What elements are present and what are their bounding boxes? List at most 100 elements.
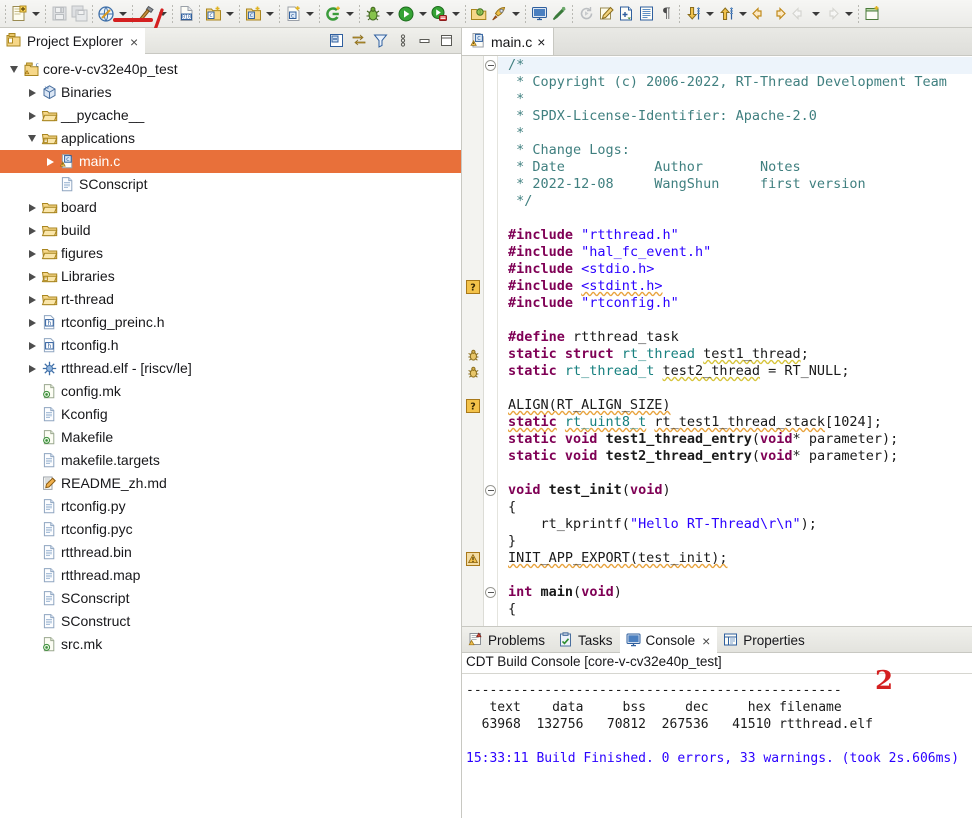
save-icon[interactable]	[49, 3, 69, 25]
tree-item-makefile-targets[interactable]: makefile.targets	[0, 449, 461, 472]
debug-dropdown-arrow[interactable]	[383, 3, 396, 25]
next-annotation-dropdown-arrow[interactable]	[703, 3, 716, 25]
chevron-down-icon[interactable]	[6, 58, 22, 81]
tree-item-applications[interactable]: applications	[0, 127, 461, 150]
toolbar-debug-group[interactable]	[363, 2, 396, 26]
chevron-right-icon[interactable]	[24, 196, 40, 219]
tree-item-config-mk[interactable]: config.mk	[0, 380, 461, 403]
refresh-icon[interactable]	[576, 3, 596, 25]
tree-item-kconfig[interactable]: Kconfig	[0, 403, 461, 426]
tree-item-makefile[interactable]: Makefile	[0, 426, 461, 449]
toolbar-previous-edit-group[interactable]	[789, 2, 822, 26]
rocket-icon[interactable]	[489, 3, 509, 25]
maximize-icon[interactable]	[438, 32, 455, 49]
toolbar-new-group[interactable]	[9, 2, 42, 26]
toolbar-previous-annotation-group[interactable]	[716, 2, 749, 26]
new-c-class-icon[interactable]: c	[243, 3, 263, 25]
toolbar-rocket-group[interactable]	[489, 2, 522, 26]
git-icon[interactable]	[323, 3, 343, 25]
tree-item-figures[interactable]: figures	[0, 242, 461, 265]
chevron-right-icon[interactable]	[24, 311, 40, 334]
fold-collapse-icon[interactable]	[485, 587, 496, 598]
tree-item-board[interactable]: board	[0, 196, 461, 219]
tree-item-libraries[interactable]: Libraries	[0, 265, 461, 288]
tree-item-rtconfig-py[interactable]: rtconfig.py	[0, 495, 461, 518]
console-output[interactable]: ----------------------------------------…	[462, 673, 972, 818]
new-c-class-dropdown-arrow[interactable]	[263, 3, 276, 25]
binary-010-icon[interactable]: 010	[176, 3, 196, 25]
tree-item--pycache-[interactable]: __pycache__	[0, 104, 461, 127]
tree-item-core-v-cv32e40p-test[interactable]: ccore-v-cv32e40p_test	[0, 58, 461, 81]
edit-note-icon[interactable]	[596, 3, 616, 25]
terminal-icon[interactable]	[529, 3, 549, 25]
close-icon[interactable]: ×	[128, 35, 138, 49]
new-c-project-icon[interactable]: c	[203, 3, 223, 25]
tree-item-main-c[interactable]: cmain.c	[0, 150, 461, 173]
previous-annotation-dropdown-arrow[interactable]	[736, 3, 749, 25]
chevron-right-icon[interactable]	[24, 334, 40, 357]
collapse-all-icon[interactable]	[328, 32, 345, 49]
fold-collapse-icon[interactable]	[485, 485, 496, 496]
tree-item-rtthread-bin[interactable]: rtthread.bin	[0, 541, 461, 564]
new-c-source-icon[interactable]: c	[283, 3, 303, 25]
previous-edit-icon[interactable]	[789, 3, 809, 25]
debug-icon[interactable]	[363, 3, 383, 25]
toolbar-run-group[interactable]	[396, 2, 429, 26]
editor-gutter[interactable]: ??	[462, 56, 484, 626]
filter-icon[interactable]	[372, 32, 389, 49]
list-icon[interactable]	[636, 3, 656, 25]
chevron-right-icon[interactable]	[24, 265, 40, 288]
chevron-right-icon[interactable]	[24, 219, 40, 242]
new-wizard-icon[interactable]	[9, 3, 29, 25]
tab-project-explorer[interactable]: Project Explorer ×	[0, 28, 145, 53]
tree-item-readme-zh-md[interactable]: README_zh.md	[0, 472, 461, 495]
chevron-right-icon[interactable]	[24, 357, 40, 380]
new-c-project-dropdown-arrow[interactable]	[223, 3, 236, 25]
toolbar-new-c-source-group[interactable]: c	[283, 2, 316, 26]
code-editor[interactable]: ?? /* * Copyright (c) 2006-2022, RT-Thre…	[462, 56, 972, 626]
git-dropdown-arrow[interactable]	[343, 3, 356, 25]
tree-item-rtthread-map[interactable]: rtthread.map	[0, 564, 461, 587]
toolbar-git-group[interactable]	[323, 2, 356, 26]
next-edit-dropdown-arrow[interactable]	[842, 3, 855, 25]
previous-edit-dropdown-arrow[interactable]	[809, 3, 822, 25]
open-resource-icon[interactable]	[469, 3, 489, 25]
toolbar-external-tools-group[interactable]	[429, 2, 462, 26]
chevron-down-icon[interactable]	[24, 127, 40, 150]
fold-collapse-icon[interactable]	[485, 60, 496, 71]
tree-item-rt-thread[interactable]: rt-thread	[0, 288, 461, 311]
tab-tasks[interactable]: Tasks	[552, 627, 620, 652]
tree-item-sconscript[interactable]: SConscript	[0, 173, 461, 196]
tab-properties[interactable]: Properties	[717, 627, 812, 652]
back-history-icon[interactable]	[749, 3, 769, 25]
new-c-source-dropdown-arrow[interactable]	[303, 3, 316, 25]
chevron-right-icon[interactable]	[24, 104, 40, 127]
tab-problems[interactable]: Problems	[462, 627, 552, 652]
tab-console[interactable]: Console×	[620, 627, 718, 652]
new-dropdown-arrow[interactable]	[29, 3, 42, 25]
pin-icon[interactable]	[549, 3, 569, 25]
external-tools-dropdown-arrow[interactable]	[449, 3, 462, 25]
export-icon[interactable]	[616, 3, 636, 25]
next-annotation-icon[interactable]	[683, 3, 703, 25]
forward-history-icon[interactable]	[769, 3, 789, 25]
minimize-icon[interactable]	[416, 32, 433, 49]
run-icon[interactable]	[396, 3, 416, 25]
pilcrow-icon[interactable]: ¶	[656, 3, 676, 25]
previous-annotation-icon[interactable]	[716, 3, 736, 25]
close-icon[interactable]: ×	[537, 34, 545, 50]
run-dropdown-arrow[interactable]	[416, 3, 429, 25]
editor-source-text[interactable]: /* * Copyright (c) 2006-2022, RT-Thread …	[498, 56, 972, 626]
toolbar-new-c-class-group[interactable]: c	[243, 2, 276, 26]
chevron-right-icon[interactable]	[24, 81, 40, 104]
tree-item-binaries[interactable]: 10Binaries	[0, 81, 461, 104]
view-menu-icon[interactable]	[394, 32, 411, 49]
project-tree[interactable]: ccore-v-cv32e40p_test10Binaries__pycache…	[0, 54, 461, 818]
save-all-icon[interactable]	[69, 3, 89, 25]
tree-item-sconstruct[interactable]: SConstruct	[0, 610, 461, 633]
new-window-icon[interactable]	[862, 3, 882, 25]
tree-item-sconscript[interactable]: SConscript	[0, 587, 461, 610]
tab-main-c[interactable]: c main.c ×	[462, 28, 554, 55]
toolbar-new-c-project-group[interactable]: c	[203, 2, 236, 26]
tree-item-rtthread-elf-riscv-le-[interactable]: rtthread.elf - [riscv/le]	[0, 357, 461, 380]
